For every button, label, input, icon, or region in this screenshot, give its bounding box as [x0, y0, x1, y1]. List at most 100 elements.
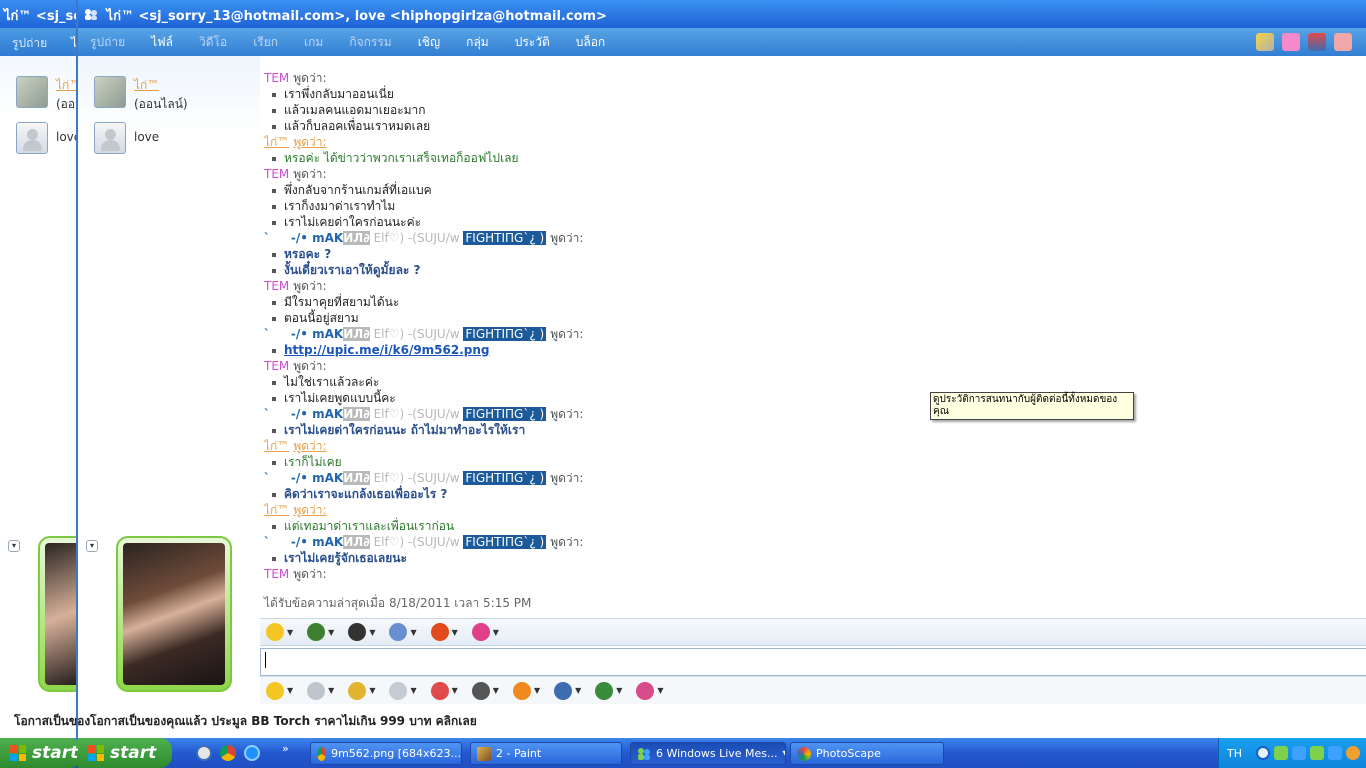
background-messenger-window[interactable]: ไก่™ <sj_sorry_13@hotmail.com>, love <hi…: [0, 0, 80, 738]
message-text: แล้วเมลคนแอดมาเยอะมาก: [284, 103, 426, 117]
quicklaunch-more-icon[interactable]: »: [282, 742, 289, 755]
speaker-name: ` -/• mAKИЛ∂ Elf♡) -(SUJU/w FIGHTIΠG`¿ ): [264, 471, 547, 485]
nick-highlight: ИЛ∂: [343, 471, 370, 485]
ink-icon: [389, 681, 408, 700]
display-picture[interactable]: [116, 536, 232, 692]
background-contact-love[interactable]: love: [16, 122, 79, 158]
nick-fighting: FIGHTIΠG`¿ ): [463, 231, 547, 245]
chevron-down-icon: ▼: [451, 627, 458, 637]
chrome-icon[interactable]: [220, 745, 236, 761]
says-label: พูดว่า:: [550, 407, 584, 421]
buddy-icon[interactable]: [1334, 33, 1352, 51]
messenger-conversation-window[interactable]: ไก่™ <sj_sorry_13@hotmail.com>, love <hi…: [76, 0, 1366, 738]
menu-item-1[interactable]: ไฟล์: [151, 33, 173, 52]
speaker-line: TEM พูดว่า:: [264, 70, 1364, 86]
start-label: start: [32, 743, 79, 763]
background-window-title[interactable]: ไก่™ <sj_sorry_13@hotmail.com>, love <hi…: [0, 0, 79, 28]
history-tooltip: ดูประวัติการสนทนากับผู้ติดต่อนี้ทั้งหมดข…: [930, 392, 1134, 420]
message-line: แล้วเมลคนแอดมาเยอะมาก: [264, 102, 1364, 118]
wink-button[interactable]: ▼: [307, 623, 334, 641]
internet-explorer-icon[interactable]: [244, 745, 260, 761]
menu-tools: [1256, 33, 1352, 51]
collapse-toggle[interactable]: ▾: [8, 540, 20, 552]
voice-clip-button[interactable]: ▼: [307, 681, 334, 700]
handwriting-button[interactable]: ▼: [512, 681, 541, 700]
heart-icon[interactable]: [1282, 33, 1300, 51]
back-arrow-icon[interactable]: [1256, 746, 1270, 760]
chevron-down-icon: ▼: [533, 686, 541, 695]
nick-highlight: ИЛ∂: [343, 535, 370, 549]
background-contact-kai[interactable]: ไก่™ (ออนไลน์): [16, 76, 79, 112]
color-grid-button[interactable]: ▼: [430, 681, 458, 700]
windows-flag-icon: [10, 745, 26, 761]
tray-app-icon[interactable]: [1346, 746, 1360, 760]
start-button[interactable]: start: [78, 738, 172, 768]
conversation-history[interactable]: TEM พูดว่า: เราพึ่งกลับมาออนเนี่ย แล้วเมลคน…: [264, 70, 1364, 590]
audio-button[interactable]: ▼: [471, 681, 499, 700]
emoticon-button[interactable]: ▼: [266, 623, 293, 641]
system-tray: TH: [1218, 738, 1366, 768]
background-button[interactable]: ▼: [389, 623, 417, 641]
chevron-down-icon: ▼: [492, 686, 499, 695]
menu-item-0[interactable]: รูปถ่าย: [90, 33, 125, 52]
message-line: หรอค่ะ ได้ข่าวว่าพวกเราเสร็จเทอก็ออฟไปเล…: [264, 150, 1364, 166]
task-label: PhotoScape: [816, 747, 881, 760]
messenger-status-icon-2[interactable]: [1292, 746, 1306, 760]
share-button[interactable]: ▼: [595, 681, 622, 700]
window-title[interactable]: ไก่™ <sj_sorry_13@hotmail.com>, love <hi…: [78, 0, 1366, 28]
ad-link[interactable]: โอกาสเป็นของคุณแล้ว ประมูล BB Torch ราคา…: [90, 712, 481, 731]
message-line: เราก็ไม่เคย: [264, 454, 1364, 470]
bullet: [272, 380, 276, 385]
wink-icon: [307, 623, 326, 641]
language-indicator[interactable]: TH: [1227, 747, 1242, 760]
speaker-name: TEM: [264, 279, 290, 293]
font-style-button[interactable]: ▼: [471, 623, 499, 641]
says-label: พูดว่า:: [293, 71, 327, 85]
message-link[interactable]: http://upic.me/i/k6/9m562.png: [284, 343, 490, 357]
start-button-background[interactable]: start: [0, 738, 82, 768]
menu-item-8[interactable]: ประวัติ: [515, 33, 550, 52]
speaker-name: ` -/• mAKИЛ∂ Elf♡) -(SUJU/w FIGHTIΠG`¿ ): [264, 535, 547, 549]
ink-button[interactable]: ▼: [389, 681, 417, 700]
show-desktop-icon[interactable]: [196, 745, 212, 761]
video-camera-icon: [348, 623, 367, 641]
magic-wand-icon[interactable]: [1256, 33, 1274, 51]
task-windows-live-messenger[interactable]: 6 Windows Live Mes... ▼: [630, 742, 786, 765]
collapse-toggle[interactable]: ▾: [86, 540, 98, 552]
menu-item-3[interactable]: เรียก: [253, 33, 278, 52]
message-input[interactable]: [260, 648, 1366, 676]
menu-item-9[interactable]: บล็อก: [576, 33, 605, 52]
menu-item-5[interactable]: กิจกรรม: [349, 33, 391, 52]
task-photoscape[interactable]: PhotoScape: [790, 742, 944, 765]
menu-item-6[interactable]: เชิญ: [418, 33, 440, 52]
message-text: มีใรมาคุยที่สยามได้นะ: [284, 295, 400, 309]
bullet: [272, 156, 276, 161]
message-line: เราไม่เคยด่าใครก่อนนะค่ะ: [264, 214, 1364, 230]
contact-kai[interactable]: ไก่™ (ออนไลน์): [94, 76, 188, 112]
nudge-shake-button[interactable]: ▼: [348, 681, 375, 700]
task-chrome-image[interactable]: 9m562.png [684x623...: [310, 742, 462, 765]
nick-elf: Elf♡) -(SUJU/w: [369, 535, 464, 549]
bullet: [272, 316, 276, 321]
photo-button[interactable]: ▼: [636, 681, 664, 700]
menu-item-2[interactable]: วิดีโอ: [199, 33, 227, 52]
messenger-status-icon[interactable]: [1274, 746, 1288, 760]
menu-item-4[interactable]: เกม: [304, 33, 323, 52]
menu-item-7[interactable]: กลุ่ม: [466, 33, 489, 52]
games-icon[interactable]: [1308, 33, 1326, 51]
nudge-button[interactable]: ▼: [430, 623, 458, 641]
chevron-down-icon: ▼: [451, 686, 458, 695]
messenger-status-icon-4[interactable]: [1328, 746, 1342, 760]
text-format-button[interactable]: ▼: [554, 681, 581, 700]
smiley-button[interactable]: ▼: [266, 681, 293, 700]
messenger-status-icon-3[interactable]: [1310, 746, 1324, 760]
background-menu-photos[interactable]: รูปถ่าย: [12, 36, 47, 50]
video-camera-button[interactable]: ▼: [348, 623, 375, 641]
contact-love[interactable]: love: [94, 122, 159, 158]
message-text: หรอคะ ?: [284, 247, 332, 261]
speaker-line: ` -/• mAKИЛ∂ Elf♡) -(SUJU/w FIGHTIΠG`¿ )…: [264, 470, 1364, 486]
bullet: [272, 348, 276, 353]
speaker-name: ไก่™: [264, 503, 290, 517]
task-paint[interactable]: 2 - Paint: [470, 742, 622, 765]
nick-fighting: FIGHTIΠG`¿ ): [463, 535, 547, 549]
